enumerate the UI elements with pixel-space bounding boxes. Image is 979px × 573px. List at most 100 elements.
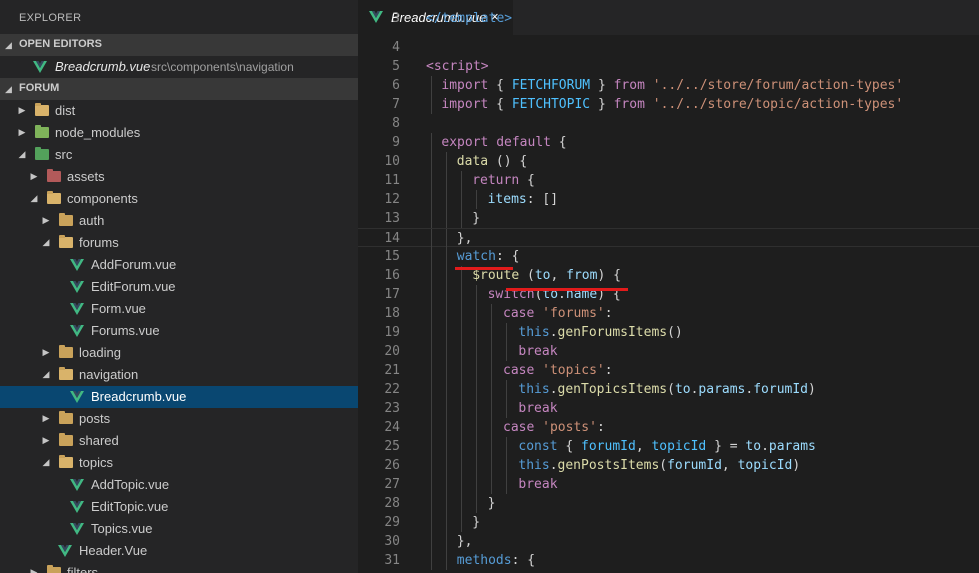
tree-folder[interactable]: ▶ dist — [0, 100, 358, 122]
vue-file-icon — [33, 60, 47, 74]
chevron-down-icon[interactable]: ◢ — [17, 149, 27, 160]
code-line[interactable]: 28} — [358, 494, 979, 513]
tree-folder[interactable]: ▶ shared — [0, 430, 358, 452]
indent-guide — [491, 342, 492, 361]
tree-file[interactable]: Topics.vue — [0, 518, 358, 540]
code-line[interactable]: 13} — [358, 209, 979, 228]
tree-folder[interactable]: ▶ loading — [0, 342, 358, 364]
chevron-right-icon[interactable]: ▶ — [41, 435, 51, 446]
code-line[interactable]: 23 break — [358, 399, 979, 418]
line-number: 21 — [384, 363, 400, 378]
code-text: data () { — [456, 154, 528, 169]
tree-folder[interactable]: ◢ src — [0, 144, 358, 166]
tree-folder[interactable]: ▶ node_modules — [0, 122, 358, 144]
tree-folder[interactable]: ▶ assets — [0, 166, 358, 188]
tree-folder[interactable]: ▶ posts — [0, 408, 358, 430]
open-editor-item[interactable]: Breadcrumb.vue src\components\navigation — [0, 56, 358, 78]
code-editor[interactable]: Breadcrumb.vue × 3 </template> 4 5 <script> 6… — [358, 0, 979, 573]
indent-guide — [491, 437, 492, 456]
project-header[interactable]: ◢ FORUM — [0, 78, 358, 100]
chevron-down-icon: ◢ — [5, 84, 12, 94]
tree-file[interactable]: EditTopic.vue — [0, 496, 358, 518]
code-line[interactable]: 17 switch(to.name) { — [358, 285, 979, 304]
indent-guide — [461, 285, 462, 304]
indent-guide — [461, 380, 462, 399]
code-line[interactable]: 31 methods: { — [358, 551, 979, 570]
indent-guide — [476, 456, 477, 475]
code-text: <script> — [426, 59, 489, 74]
code-line[interactable]: 10 data () { — [358, 152, 979, 171]
chevron-right-icon[interactable]: ▶ — [29, 171, 39, 182]
tree-folder[interactable]: ▶ filters — [0, 562, 358, 573]
code-line[interactable]: 11 return { — [358, 171, 979, 190]
tree-folder[interactable]: ◢ topics — [0, 452, 358, 474]
code-line[interactable]: 5 <script> — [358, 57, 979, 76]
indent-guide — [446, 152, 447, 171]
chevron-down-icon[interactable]: ◢ — [41, 237, 51, 248]
code-line[interactable]: 27 break — [358, 475, 979, 494]
tree-folder[interactable]: ◢ navigation — [0, 364, 358, 386]
tree-item-label: posts — [79, 411, 111, 426]
tree-item-label: assets — [67, 169, 105, 184]
tree-item-label: topics — [79, 455, 113, 470]
code-text: }, — [456, 534, 473, 549]
code-line[interactable]: 21 case 'topics': — [358, 361, 979, 380]
tree-folder[interactable]: ▶ auth — [0, 210, 358, 232]
code-line[interactable]: 9 export default { — [358, 133, 979, 152]
code-line[interactable]: 20 break — [358, 342, 979, 361]
tree-file[interactable]: Breadcrumb.vue — [0, 386, 358, 408]
tree-file[interactable]: AddTopic.vue — [0, 474, 358, 496]
chevron-right-icon[interactable]: ▶ — [17, 105, 27, 116]
indent-guide — [506, 380, 507, 399]
indent-guide — [431, 133, 432, 152]
indent-guide — [476, 437, 477, 456]
chevron-down-icon[interactable]: ◢ — [41, 369, 51, 380]
code-text: case 'forums': — [503, 306, 613, 321]
indent-guide — [506, 399, 507, 418]
tree-item-label: src — [55, 147, 73, 162]
indent-guide — [431, 399, 432, 418]
code-line[interactable]: 22 this.genTopicsItems(to.params.forumId) — [358, 380, 979, 399]
code-line[interactable]: 29} — [358, 513, 979, 532]
code-line[interactable]: 7 import { FETCHTOPIC } from '../../store… — [358, 95, 979, 114]
code-line[interactable]: 26 this.genPostsItems(forumId, topicId) — [358, 456, 979, 475]
tree-file[interactable]: AddForum.vue — [0, 254, 358, 276]
tree-file[interactable]: Form.vue — [0, 298, 358, 320]
chevron-right-icon[interactable]: ▶ — [41, 215, 51, 226]
chevron-right-icon[interactable]: ▶ — [41, 347, 51, 358]
chevron-right-icon[interactable]: ▶ — [17, 127, 27, 138]
code-line[interactable]: 25 const { forumId, topicId } = to.params — [358, 437, 979, 456]
code-text: this.genTopicsItems(to.params.forumId) — [518, 382, 816, 397]
indent-guide — [431, 285, 432, 304]
open-editor-path: src\components\navigation — [151, 60, 294, 74]
tree-file[interactable]: Forums.vue — [0, 320, 358, 342]
code-line[interactable]: 18 case 'forums': — [358, 304, 979, 323]
folder-icon — [47, 565, 61, 573]
code-line[interactable]: 15 watch: { — [358, 247, 979, 266]
tree-file[interactable]: EditForum.vue — [0, 276, 358, 298]
indent-guide — [476, 418, 477, 437]
code-line[interactable]: 3 </template> — [358, 9, 979, 28]
chevron-right-icon[interactable]: ▶ — [41, 413, 51, 424]
tree-file[interactable]: Header.Vue — [0, 540, 358, 562]
chevron-right-icon[interactable]: ▶ — [29, 567, 39, 573]
line-number: 26 — [384, 458, 400, 473]
tree-folder[interactable]: ◢ components — [0, 188, 358, 210]
code-line[interactable]: 4 — [358, 38, 979, 57]
code-line[interactable]: 30}, — [358, 532, 979, 551]
tree-folder[interactable]: ◢ forums — [0, 232, 358, 254]
code-line[interactable]: 16 $route (to, from) { — [358, 266, 979, 285]
chevron-down-icon[interactable]: ◢ — [29, 193, 39, 204]
code-line[interactable]: 19 this.genForumsItems() — [358, 323, 979, 342]
code-line[interactable]: 8 — [358, 114, 979, 133]
code-line[interactable]: 14}, — [358, 228, 979, 248]
chevron-down-icon[interactable]: ◢ — [41, 457, 51, 468]
code-line[interactable]: 24 case 'posts': — [358, 418, 979, 437]
open-editors-header[interactable]: ◢ OPEN EDITORS — [0, 34, 358, 56]
line-number: 15 — [384, 249, 400, 264]
indent-guide — [491, 418, 492, 437]
line-number: 22 — [384, 382, 400, 397]
indent-guide — [446, 361, 447, 380]
code-line[interactable]: 12 items: [] — [358, 190, 979, 209]
code-line[interactable]: 6 import { FETCHFORUM } from '../../store… — [358, 76, 979, 95]
